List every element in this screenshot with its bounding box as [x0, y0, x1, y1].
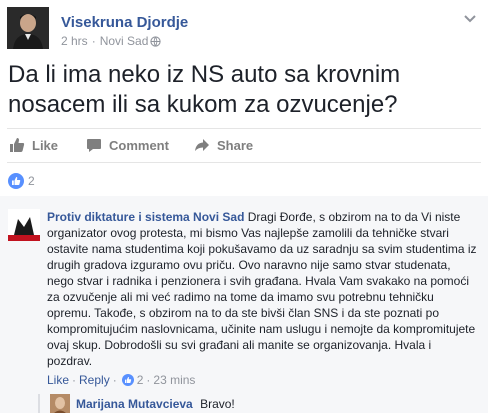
- reply-item: Marijana Mutavcieva Bravo!: [38, 394, 480, 413]
- like-reaction-icon: [8, 173, 24, 189]
- comment-author[interactable]: Protiv diktature i sistema Novi Sad: [47, 210, 244, 224]
- share-label: Share: [217, 137, 254, 153]
- speech-bubble-icon: [87, 138, 101, 152]
- author-avatar[interactable]: [7, 7, 49, 49]
- footer-separator: ·: [146, 373, 151, 387]
- reply-thread-line: [38, 394, 40, 413]
- footer-separator: ·: [72, 373, 77, 387]
- meta-separator: ·: [91, 34, 96, 48]
- post-time[interactable]: 2 hrs: [61, 34, 88, 48]
- comment-reply-link[interactable]: Reply: [79, 373, 110, 387]
- reply-author-avatar[interactable]: [50, 394, 70, 413]
- post-header: Visekruna Djordje 2 hrs · Novi Sad: [7, 7, 477, 51]
- post-actions-bar: Like Comment Share: [7, 129, 481, 161]
- thumbs-up-icon: [10, 138, 25, 152]
- post-author[interactable]: Visekruna Djordje: [61, 14, 188, 31]
- comment-footer: Like · Reply · 2 · 23 mins: [47, 373, 195, 387]
- share-arrow-icon: [195, 139, 209, 151]
- reactions-summary[interactable]: 2: [8, 173, 35, 189]
- post-meta: 2 hrs · Novi Sad: [61, 34, 165, 48]
- comment-time[interactable]: 23 mins: [153, 373, 195, 387]
- comment-like-count[interactable]: 2: [137, 373, 144, 387]
- footer-separator: ·: [112, 373, 117, 387]
- post-body-text: Da li ima neko iz NS auto sa krovnim nos…: [8, 61, 401, 118]
- commenter-avatar[interactable]: [8, 209, 40, 241]
- reply-body: Marijana Mutavcieva Bravo!: [76, 397, 235, 411]
- like-button[interactable]: Like: [9, 137, 58, 153]
- comment-body: Protiv diktature i sistema Novi Sad Drag…: [47, 209, 479, 369]
- actions-divider-bottom: [7, 162, 481, 163]
- reactions-count: 2: [28, 174, 35, 188]
- chevron-down-icon[interactable]: [463, 14, 477, 24]
- comment-label: Comment: [109, 137, 169, 153]
- globe-icon: [150, 35, 162, 47]
- reply-author[interactable]: Marijana Mutavcieva: [76, 397, 193, 411]
- comment-button[interactable]: Comment: [86, 138, 169, 153]
- comment-text: Dragi Đorđe, s obzirom na to da Vi niste…: [47, 210, 477, 368]
- like-label: Like: [32, 137, 59, 153]
- like-reaction-icon[interactable]: [121, 374, 134, 386]
- post-location[interactable]: Novi Sad: [100, 34, 149, 48]
- reply-text: Bravo!: [200, 397, 235, 411]
- comment-like-link[interactable]: Like: [47, 373, 69, 387]
- share-button[interactable]: Share: [194, 138, 253, 153]
